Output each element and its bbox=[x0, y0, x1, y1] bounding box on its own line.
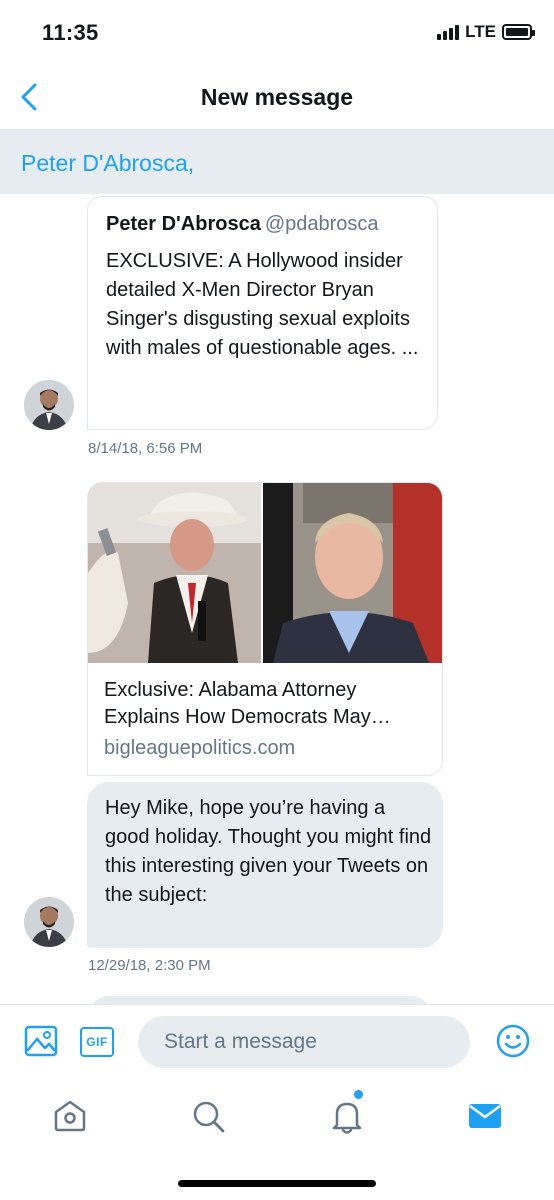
gif-button[interactable]: GIF bbox=[80, 1027, 114, 1057]
notifications-icon bbox=[332, 1102, 362, 1134]
status-time: 11:35 bbox=[42, 20, 99, 45]
shared-tweet-card[interactable]: Peter D'Abrosca @pdabrosca EXCLUSIVE: A H… bbox=[87, 196, 438, 430]
recipient-chip[interactable]: Peter D'Abrosca, bbox=[21, 150, 194, 177]
signal-icon bbox=[437, 24, 460, 40]
photo-right bbox=[263, 483, 442, 663]
messages-icon[interactable] bbox=[465, 1096, 505, 1136]
message-timestamp: 12/29/18, 2:30 PM bbox=[88, 957, 211, 974]
link-preview-card[interactable]: Exclusive: Alabama Attorney Explains How… bbox=[87, 482, 443, 776]
notification-dot bbox=[354, 1090, 363, 1099]
avatar-icon bbox=[24, 380, 74, 430]
message-composer: GIF bbox=[0, 1004, 554, 1078]
tweet-author-name: Peter D'Abrosca bbox=[106, 213, 261, 235]
link-domain: bigleaguepolitics.com bbox=[104, 737, 296, 759]
emoji-icon[interactable] bbox=[496, 1024, 530, 1058]
photo-left bbox=[88, 483, 262, 663]
image-icon[interactable] bbox=[24, 1025, 58, 1057]
link-title: Exclusive: Alabama Attorney Explains How… bbox=[104, 679, 391, 728]
message-bubble[interactable]: Hey Mike, hope you’re having a good holi… bbox=[87, 782, 443, 948]
search-icon[interactable] bbox=[188, 1096, 228, 1136]
status-bar: 11:35 LTE bbox=[0, 0, 554, 64]
home-indicator bbox=[178, 1180, 376, 1187]
avatar[interactable] bbox=[24, 897, 74, 947]
recipient-bar[interactable]: Peter D'Abrosca, bbox=[0, 130, 554, 194]
link-preview-image bbox=[88, 483, 442, 663]
nav-header: New message bbox=[0, 64, 554, 130]
network-label: LTE bbox=[465, 22, 496, 41]
page-title: New message bbox=[200, 84, 354, 110]
tweet-author-handle: @pdabrosca bbox=[264, 213, 379, 235]
avatar-icon bbox=[24, 897, 74, 947]
message-bubble-partial[interactable] bbox=[90, 996, 430, 1004]
avatar[interactable] bbox=[24, 380, 74, 430]
tab-notifications[interactable] bbox=[327, 1090, 367, 1136]
tab-bar bbox=[0, 1078, 554, 1200]
tweet-author: Peter D'Abrosca @pdabrosca bbox=[106, 213, 379, 236]
status-indicators: LTE bbox=[437, 22, 535, 42]
conversation[interactable]: Peter D'Abrosca @pdabrosca EXCLUSIVE: A H… bbox=[0, 194, 554, 1004]
message-input[interactable] bbox=[138, 1016, 470, 1068]
message-timestamp: 8/14/18, 6:56 PM bbox=[88, 440, 203, 457]
message-text: Hey Mike, hope you’re having a good holi… bbox=[105, 797, 432, 906]
battery-icon bbox=[502, 24, 535, 40]
home-icon[interactable] bbox=[50, 1096, 90, 1136]
tweet-text: EXCLUSIVE: A Hollywood insider detailed … bbox=[106, 250, 419, 359]
